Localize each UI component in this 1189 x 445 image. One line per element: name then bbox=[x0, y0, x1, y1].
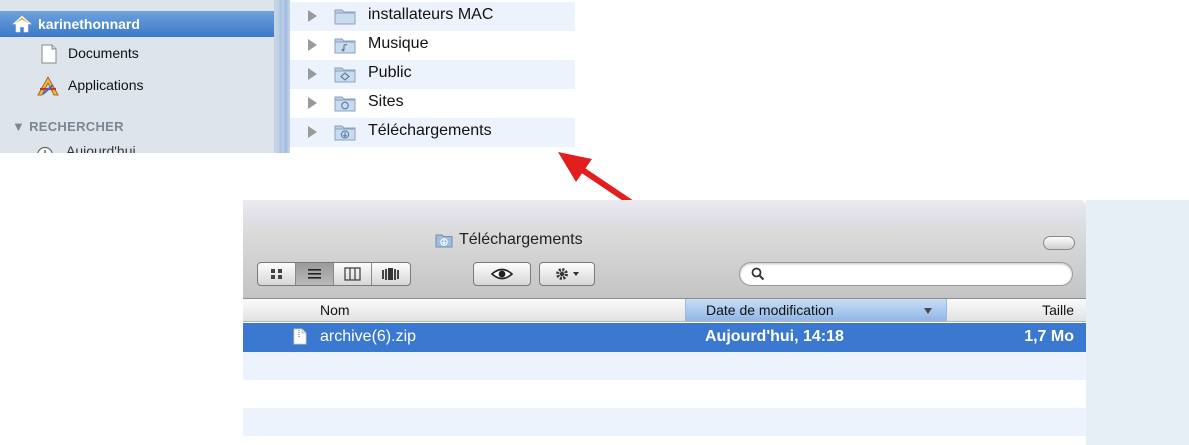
icon-view-button[interactable] bbox=[258, 263, 296, 285]
action-menu-button[interactable] bbox=[539, 262, 595, 286]
quick-look-button[interactable] bbox=[473, 262, 531, 286]
sidebar-item-label: karinethonnard bbox=[38, 16, 140, 32]
list-header: Nom Date de modification Taille bbox=[243, 299, 1086, 322]
finder-window: Téléchargements Nom Date de modification… bbox=[243, 200, 1189, 445]
column-header-label: Date de modification bbox=[706, 302, 834, 318]
empty-row bbox=[243, 408, 1086, 436]
column-splitter[interactable] bbox=[274, 0, 290, 153]
list-item-label: Téléchargements bbox=[368, 122, 492, 139]
finder-column-view-snippet: karinethonnard Documents Applications ▼ … bbox=[0, 0, 580, 153]
sidebar-item-today[interactable]: Aujourd'hui bbox=[66, 143, 136, 153]
eye-icon bbox=[490, 268, 514, 280]
disclosure-triangle-icon[interactable] bbox=[308, 39, 317, 51]
list-view-button[interactable] bbox=[296, 263, 334, 285]
disclosure-triangle-icon[interactable] bbox=[308, 126, 317, 138]
disclosure-triangle-icon[interactable] bbox=[308, 10, 317, 22]
coverflow-view-button[interactable] bbox=[372, 263, 409, 285]
chevron-down-icon bbox=[573, 272, 579, 276]
desktop-background bbox=[1086, 200, 1189, 445]
list-item-label: Musique bbox=[368, 35, 429, 52]
list-item-label: installateurs MAC bbox=[368, 6, 494, 23]
column-header-size[interactable]: Taille bbox=[947, 299, 1086, 321]
clock-icon bbox=[37, 146, 53, 153]
downloads-folder-icon bbox=[435, 234, 453, 248]
column-header-date[interactable]: Date de modification bbox=[685, 299, 947, 321]
columns-icon bbox=[344, 267, 361, 281]
list-item-label: Sites bbox=[368, 93, 404, 110]
list-item[interactable] bbox=[290, 147, 575, 153]
column-view-button[interactable] bbox=[334, 263, 372, 285]
finder-sidebar: karinethonnard Documents Applications ▼ … bbox=[0, 0, 274, 153]
disclosure-triangle-icon[interactable] bbox=[308, 97, 317, 109]
list-item[interactable]: Musique bbox=[290, 31, 575, 60]
empty-row bbox=[243, 436, 1086, 445]
window-toolbar: Téléchargements bbox=[243, 200, 1086, 299]
list-item[interactable]: Téléchargements bbox=[290, 118, 575, 147]
sidebar-item-documents[interactable]: Documents bbox=[0, 40, 274, 66]
toolbar-toggle-button[interactable] bbox=[1043, 236, 1075, 250]
sites-folder-icon bbox=[334, 96, 356, 112]
home-icon bbox=[12, 15, 32, 33]
column-header-name[interactable]: Nom bbox=[243, 299, 685, 321]
disclosure-triangle-icon[interactable] bbox=[308, 68, 317, 80]
sidebar-section-header[interactable]: ▼ RECHERCHER bbox=[12, 119, 124, 134]
sidebar-item-home[interactable]: karinethonnard bbox=[0, 11, 274, 37]
document-icon bbox=[41, 44, 57, 64]
file-date: Aujourd'hui, 14:18 bbox=[705, 328, 844, 345]
search-input[interactable] bbox=[739, 262, 1073, 286]
list-item-label: Public bbox=[368, 64, 412, 81]
empty-row bbox=[243, 352, 1086, 380]
public-folder-icon bbox=[334, 67, 356, 83]
sidebar-item-label: Documents bbox=[68, 45, 139, 61]
window-title: Téléchargements bbox=[459, 231, 583, 248]
list-item[interactable]: installateurs MAC bbox=[290, 2, 575, 31]
sidebar-item-applications[interactable]: Applications bbox=[0, 72, 274, 98]
applications-icon bbox=[37, 76, 59, 96]
sort-descending-icon bbox=[924, 308, 932, 314]
column-header-label: Nom bbox=[320, 302, 350, 318]
search-icon bbox=[751, 267, 765, 281]
file-name: archive(6).zip bbox=[320, 328, 417, 345]
table-row[interactable]: archive(6).zip Aujourd'hui, 14:18 1,7 Mo bbox=[243, 323, 1086, 352]
column-header-label: Taille bbox=[1042, 302, 1074, 318]
folder-icon bbox=[334, 9, 356, 25]
downloads-folder-icon bbox=[334, 125, 356, 141]
music-folder-icon bbox=[334, 38, 356, 54]
grid-icon bbox=[271, 269, 282, 279]
titlebar-strip bbox=[243, 200, 1086, 226]
zip-file-icon bbox=[293, 328, 307, 345]
list-icon bbox=[308, 269, 321, 279]
gear-icon bbox=[556, 268, 579, 280]
view-mode-segmented-control bbox=[257, 262, 411, 286]
list-item[interactable]: Sites bbox=[290, 89, 575, 118]
sidebar-item-label: Applications bbox=[68, 77, 144, 93]
file-size: 1,7 Mo bbox=[1024, 328, 1074, 345]
coverflow-icon bbox=[382, 268, 399, 280]
column-list: installateurs MAC Musique Public Sites T… bbox=[290, 0, 580, 153]
empty-row bbox=[243, 380, 1086, 408]
list-item[interactable]: Public bbox=[290, 60, 575, 89]
